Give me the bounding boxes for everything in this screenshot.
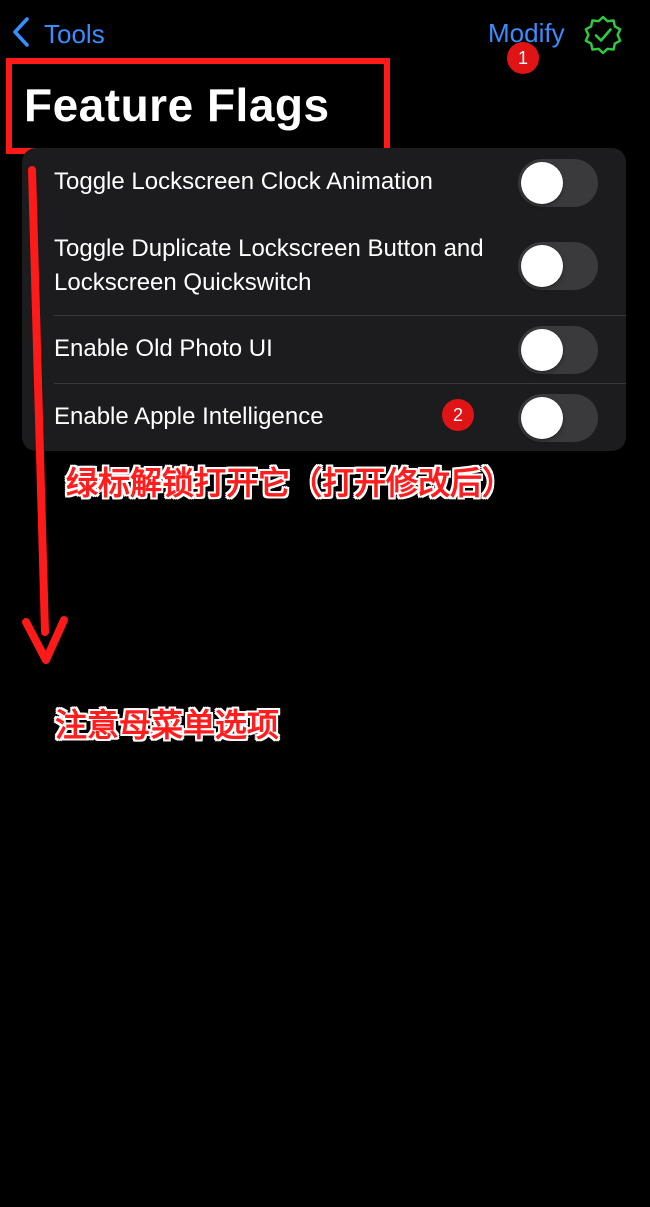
toggle-knob [521, 397, 563, 439]
feature-flags-list: Toggle Lockscreen Clock Animation Toggle… [22, 148, 626, 451]
feature-flag-label: Enable Apple Intelligence [54, 403, 324, 430]
feature-flag-toggle[interactable] [518, 159, 598, 207]
toggle-knob [521, 329, 563, 371]
list-item: Enable Old Photo UI [22, 316, 626, 383]
feature-flag-label: Toggle Lockscreen Clock Animation [54, 168, 433, 195]
checkmark-seal-icon[interactable] [583, 15, 623, 55]
feature-flag-toggle[interactable] [518, 242, 598, 290]
annotation-badge-2: 2 [442, 399, 474, 431]
back-button[interactable]: Tools [10, 14, 105, 54]
feature-flag-label: Toggle Duplicate Lockscreen Button and L… [54, 235, 484, 296]
toggle-knob [521, 162, 563, 204]
title-highlight-box [6, 58, 390, 154]
list-item: Toggle Duplicate Lockscreen Button and L… [22, 215, 626, 316]
back-button-label: Tools [44, 18, 105, 49]
feature-flag-toggle[interactable] [518, 394, 598, 442]
feature-flag-label: Enable Old Photo UI [54, 335, 273, 362]
list-item: Toggle Lockscreen Clock Animation [22, 148, 626, 215]
chevron-left-icon [10, 16, 32, 53]
list-item: Enable Apple Intelligence [22, 384, 626, 451]
annotation-badge-1: 1 [507, 42, 539, 74]
annotation-note-2: 注意母菜单选项 [55, 706, 280, 744]
toggle-knob [521, 245, 563, 287]
feature-flag-toggle[interactable] [518, 326, 598, 374]
annotation-note-1: 绿标解锁打开它（打开修改后） [66, 464, 515, 502]
